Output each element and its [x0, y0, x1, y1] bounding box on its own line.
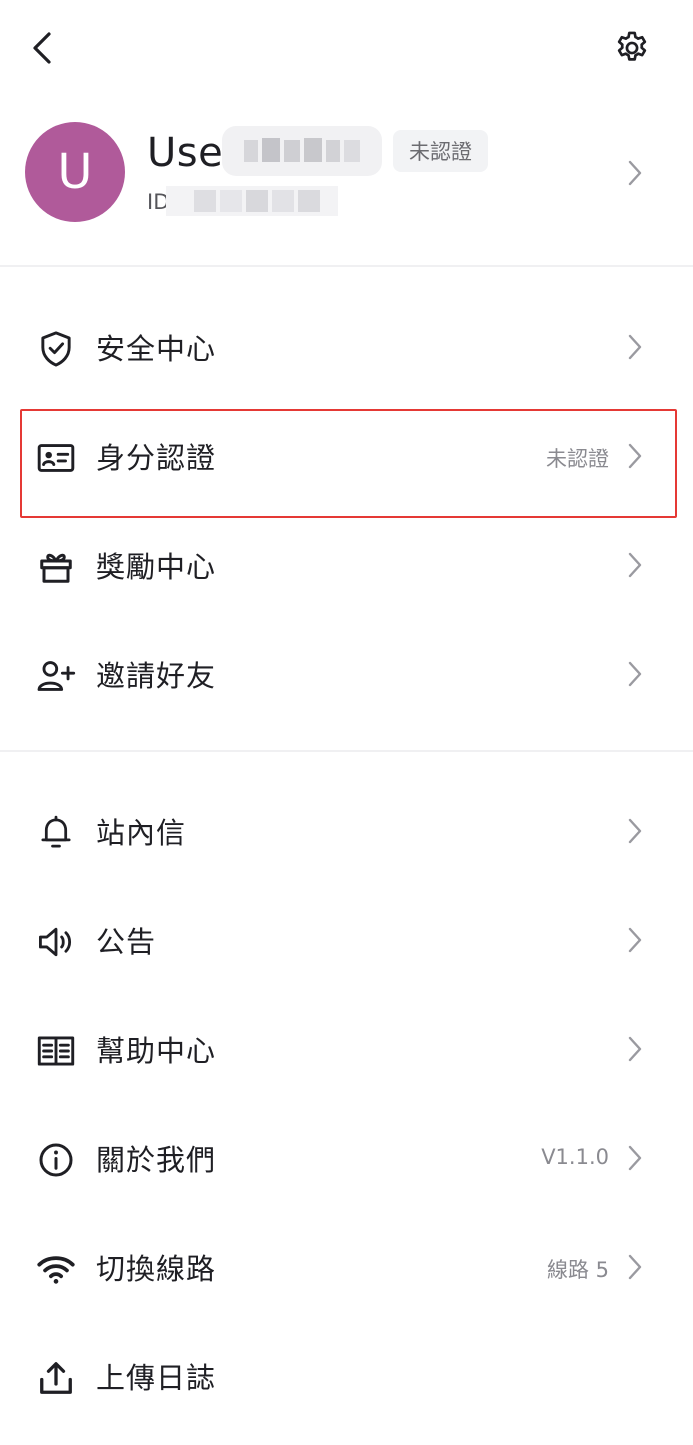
menu-item-help-center[interactable]: 幫助中心	[0, 1000, 693, 1100]
menu-item-identity-verification[interactable]: 身分認證 未認證	[0, 407, 693, 507]
chevron-right-icon	[626, 551, 644, 579]
section-divider	[0, 265, 693, 267]
menu-item-label: 安全中心	[96, 332, 217, 366]
menu-item-rewards-center[interactable]: 獎勵中心	[0, 516, 693, 616]
menu-item-label: 公告	[96, 925, 157, 959]
chevron-right-icon	[626, 817, 644, 845]
wifi-icon	[36, 1249, 76, 1289]
top-bar	[0, 0, 693, 96]
speaker-icon	[36, 922, 76, 962]
menu-item-about-us[interactable]: 關於我們 V1.1.0	[0, 1109, 693, 1209]
book-icon	[36, 1031, 76, 1071]
chevron-right-icon	[626, 1035, 644, 1063]
menu-item-upload-logs[interactable]: 上傳日誌	[0, 1327, 693, 1427]
info-icon	[36, 1140, 76, 1180]
chevron-right-icon	[626, 926, 644, 954]
menu-item-label: 獎勵中心	[96, 550, 217, 584]
bell-icon	[36, 813, 76, 853]
settings-button[interactable]	[610, 26, 654, 70]
chevron-right-icon	[626, 442, 644, 470]
menu-item-announcements[interactable]: 公告	[0, 891, 693, 991]
menu-item-invite-friends[interactable]: 邀請好友	[0, 625, 693, 725]
verification-status-badge: 未認證	[393, 130, 488, 172]
shield-check-icon	[36, 329, 76, 369]
menu-item-inbox[interactable]: 站內信	[0, 782, 693, 882]
chevron-right-icon	[626, 333, 644, 361]
gift-icon	[36, 547, 76, 587]
id-card-icon	[36, 438, 76, 478]
app-version-text: V1.1.0	[541, 1145, 609, 1169]
section-divider	[0, 750, 693, 752]
back-button[interactable]	[22, 28, 62, 68]
verification-status-text: 未認證	[546, 447, 609, 471]
chevron-right-icon	[626, 1253, 644, 1281]
upload-icon	[36, 1358, 76, 1398]
menu-item-switch-route[interactable]: 切換線路 線路 5	[0, 1218, 693, 1318]
menu-item-label: 身分認證	[96, 441, 217, 475]
menu-item-label: 幫助中心	[96, 1034, 217, 1068]
chevron-left-icon	[30, 31, 54, 65]
redacted-id-blur	[166, 186, 338, 216]
chevron-right-icon	[626, 660, 644, 688]
menu-item-label: 上傳日誌	[96, 1361, 217, 1395]
gear-icon	[613, 29, 651, 67]
menu-item-label: 切換線路	[96, 1252, 217, 1286]
chevron-right-icon	[626, 159, 644, 187]
current-route-text: 線路 5	[546, 1258, 609, 1282]
chevron-right-icon	[626, 1144, 644, 1172]
avatar: U	[25, 122, 125, 222]
menu-item-label: 站內信	[96, 816, 187, 850]
redacted-username-blur	[222, 126, 382, 176]
menu-item-label: 關於我們	[96, 1143, 217, 1177]
menu-item-security-center[interactable]: 安全中心	[0, 298, 693, 398]
add-user-icon	[36, 656, 76, 696]
menu-item-label: 邀請好友	[96, 659, 217, 693]
